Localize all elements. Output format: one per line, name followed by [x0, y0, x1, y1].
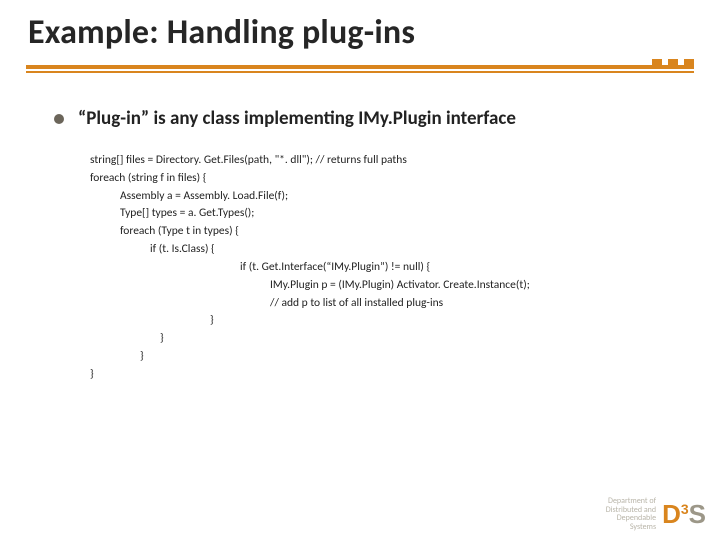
code-line: foreach (Type t in types) {: [90, 223, 682, 241]
bullet-text: “Plug-in” is any class implementing IMy.…: [78, 107, 516, 130]
code-line: Type[] types = a. Get.Types();: [90, 205, 682, 223]
rule-thin: [26, 71, 694, 73]
footer: Department of Distributed and Dependable…: [606, 497, 706, 532]
dot-icon: [684, 59, 694, 69]
code-line: // add p to list of all installed plug-i…: [90, 295, 682, 313]
dot-icon: [652, 59, 662, 69]
decorative-dots: [652, 59, 694, 69]
slide-title: Example: Handling plug-ins: [28, 12, 692, 53]
logo-s: S: [689, 499, 706, 530]
bullet-item: “Plug-in” is any class implementing IMy.…: [54, 107, 682, 130]
code-line: Assembly a = Assembly. Load.File(f);: [90, 188, 682, 206]
content-area: “Plug-in” is any class implementing IMy.…: [0, 73, 720, 384]
dot-icon: [668, 59, 678, 69]
bullet-icon: [54, 114, 64, 124]
code-line: IMy.Plugin p = (IMy.Plugin) Activator. C…: [90, 277, 682, 295]
d3s-logo: D 3 S: [662, 499, 706, 530]
dept-line: Systems: [606, 523, 656, 532]
logo-d: D: [662, 499, 681, 530]
title-underline: [0, 65, 720, 73]
department-text: Department of Distributed and Dependable…: [606, 497, 656, 532]
title-area: Example: Handling plug-ins: [0, 0, 720, 59]
code-block: string[] files = Directory. Get.Files(pa…: [90, 152, 682, 384]
code-line: }: [90, 312, 682, 330]
logo-3: 3: [681, 501, 689, 517]
rule-thick: [26, 65, 694, 69]
code-line: }: [90, 366, 682, 384]
code-line: string[] files = Directory. Get.Files(pa…: [90, 152, 682, 170]
code-line: if (t. Get.Interface(“IMy.Plugin”) != nu…: [90, 259, 682, 277]
code-line: }: [90, 330, 682, 348]
code-line: foreach (string f in files) {: [90, 170, 682, 188]
code-line: }: [90, 348, 682, 366]
code-line: if (t. Is.Class) {: [90, 241, 682, 259]
slide: Example: Handling plug-ins “Plug-in” is …: [0, 0, 720, 540]
